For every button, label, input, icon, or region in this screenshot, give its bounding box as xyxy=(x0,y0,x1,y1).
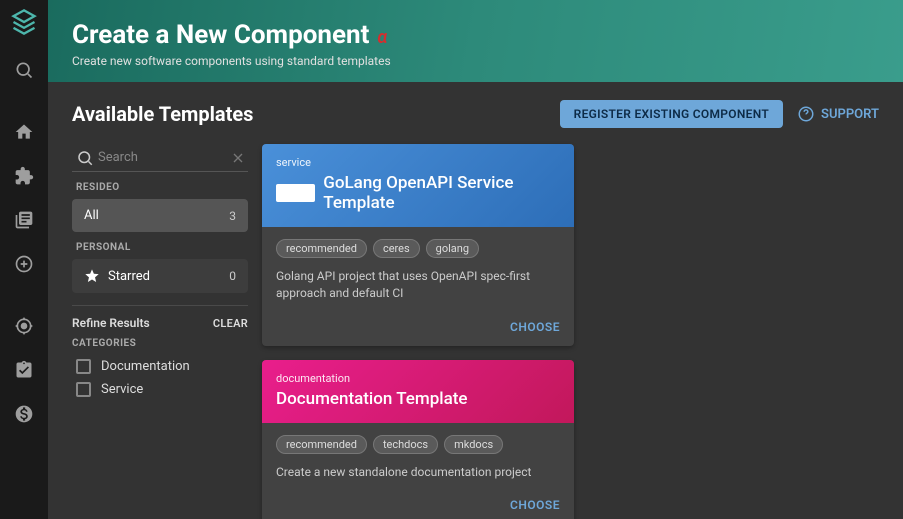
card-title: GoLang OpenAPI Service Template xyxy=(323,173,560,213)
page-header: Create a New Component α Create new soft… xyxy=(48,0,903,82)
category-documentation[interactable]: Documentation xyxy=(72,355,248,378)
register-existing-button[interactable]: REGISTER EXISTING COMPONENT xyxy=(560,100,783,128)
choose-button[interactable]: CHOOSE xyxy=(510,320,560,334)
filter-item-label: Starred xyxy=(108,269,150,284)
card-footer: CHOOSE xyxy=(262,490,574,519)
help-icon xyxy=(797,105,815,123)
add-circle-icon[interactable] xyxy=(4,244,44,284)
category-label: Service xyxy=(101,382,143,397)
search-box xyxy=(72,144,248,172)
main-area: Create a New Component α Create new soft… xyxy=(48,0,903,519)
assignment-icon[interactable] xyxy=(4,350,44,390)
tag[interactable]: mkdocs xyxy=(444,435,503,454)
tag[interactable]: golang xyxy=(426,239,479,258)
filter-item-starred[interactable]: Starred 0 xyxy=(72,259,248,293)
checkbox-icon xyxy=(76,382,91,397)
nav-rail xyxy=(0,0,48,519)
card-description: Create a new standalone documentation pr… xyxy=(276,464,560,481)
card-type: documentation xyxy=(276,372,560,385)
tag[interactable]: ceres xyxy=(373,239,420,258)
extension-icon[interactable] xyxy=(4,156,44,196)
section-title: Available Templates xyxy=(72,102,253,126)
group-label-resideo: RESIDEO xyxy=(76,182,248,193)
card-tags: recommended ceres golang xyxy=(276,239,560,258)
alpha-badge: α xyxy=(377,27,387,48)
support-label: SUPPORT xyxy=(821,107,879,122)
filter-item-count: 0 xyxy=(229,269,236,283)
category-service[interactable]: Service xyxy=(72,378,248,401)
card-body: recommended ceres golang Golang API project… xyxy=(262,227,574,312)
tag[interactable]: techdocs xyxy=(373,435,438,454)
card-tags: recommended techdocs mkdocs xyxy=(276,435,560,454)
template-cards: service GoLang OpenAPI Service Template re… xyxy=(262,144,879,519)
filter-item-count: 3 xyxy=(229,209,236,223)
search-input-icon xyxy=(76,149,94,167)
card-type: service xyxy=(276,156,560,169)
clear-filters-button[interactable]: CLEAR xyxy=(213,317,248,330)
divider xyxy=(72,305,248,306)
card-logo xyxy=(276,184,315,202)
search-input[interactable] xyxy=(72,144,248,172)
filter-sidebar: RESIDEO All 3 PERSONAL Starred 0 Refine … xyxy=(72,144,248,519)
filter-item-label: All xyxy=(84,208,99,223)
template-card: service GoLang OpenAPI Service Template re… xyxy=(262,144,574,346)
filter-item-all[interactable]: All 3 xyxy=(72,199,248,232)
choose-button[interactable]: CHOOSE xyxy=(510,498,560,512)
star-icon xyxy=(84,268,100,284)
checkbox-icon xyxy=(76,359,91,374)
refine-label: Refine Results xyxy=(72,316,150,330)
card-body: recommended techdocs mkdocs Create a new st… xyxy=(262,423,574,491)
group-label-personal: PERSONAL xyxy=(76,242,248,253)
card-description: Golang API project that uses OpenAPI spe… xyxy=(276,268,560,302)
categories-label: CATEGORIES xyxy=(72,338,248,349)
support-link[interactable]: SUPPORT xyxy=(797,105,879,123)
template-card: documentation Documentation Template recom… xyxy=(262,360,574,519)
monetization-icon[interactable] xyxy=(4,394,44,434)
card-footer: CHOOSE xyxy=(262,312,574,346)
search-icon[interactable] xyxy=(4,50,44,90)
app-logo xyxy=(10,8,38,36)
tag[interactable]: recommended xyxy=(276,435,367,454)
home-icon[interactable] xyxy=(4,112,44,152)
library-icon[interactable] xyxy=(4,200,44,240)
clear-search-icon[interactable] xyxy=(230,150,246,166)
card-title: Documentation Template xyxy=(276,389,468,409)
page-title: Create a New Component xyxy=(72,20,369,50)
category-label: Documentation xyxy=(101,359,190,374)
card-header: service GoLang OpenAPI Service Template xyxy=(262,144,574,227)
card-header: documentation Documentation Template xyxy=(262,360,574,423)
page-subtitle: Create new software components using sta… xyxy=(72,54,879,68)
gps-icon[interactable] xyxy=(4,306,44,346)
tag[interactable]: recommended xyxy=(276,239,367,258)
